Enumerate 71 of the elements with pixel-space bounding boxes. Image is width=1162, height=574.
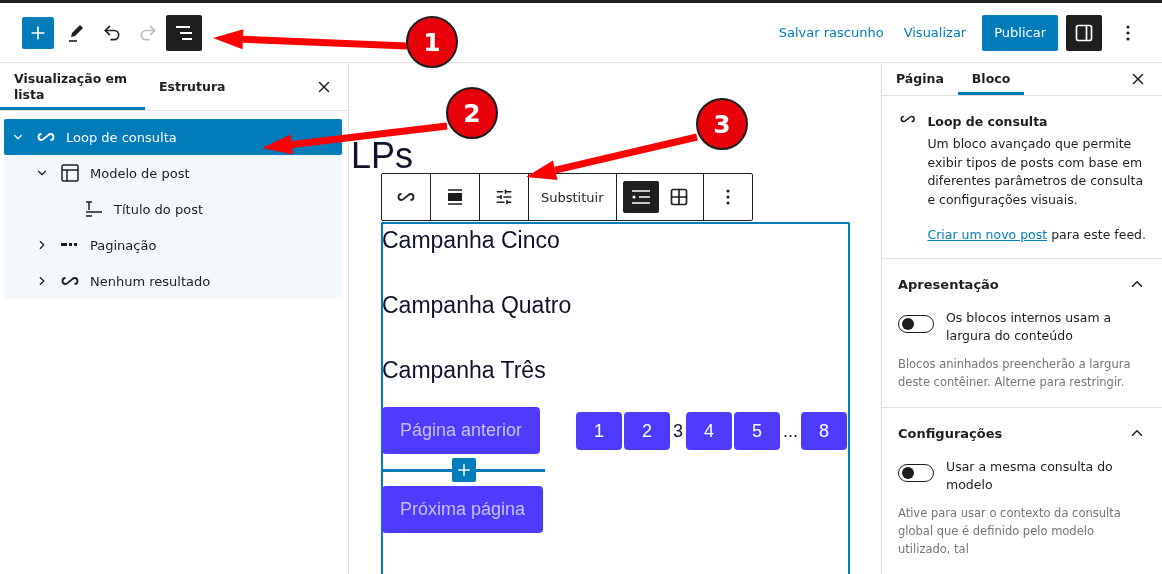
list-view-label[interactable]: Título do post (114, 201, 203, 217)
create-post-link[interactable]: Criar um novo post (927, 227, 1048, 242)
undo-icon (102, 22, 122, 43)
more-icon (1126, 24, 1130, 41)
list-layout-icon (630, 189, 651, 205)
list-view-item[interactable]: Título do post (4, 191, 342, 227)
create-post-text: Criar um novo post para este feed. (927, 227, 1146, 242)
list-view-item[interactable]: Modelo de post (4, 155, 342, 191)
insert-block-button[interactable] (451, 458, 476, 482)
page-number-link[interactable]: 8 (801, 412, 848, 450)
previous-page-button[interactable]: Página anterior (382, 407, 541, 454)
toggle-switch[interactable] (898, 464, 934, 482)
callout-badge: 2 (446, 87, 498, 139)
loop-icon (61, 276, 79, 286)
align-icon (446, 188, 464, 206)
list-view-item[interactable]: Nenhum resultado (4, 263, 342, 299)
page-number-link[interactable]: 2 (624, 412, 670, 450)
heading-icon (85, 200, 103, 218)
sidebar-tab[interactable]: Bloco (957, 63, 1025, 95)
section-title: Apresentação (898, 276, 999, 292)
current-page-number: 3 (672, 420, 684, 442)
publish-button[interactable]: Publicar (982, 14, 1058, 51)
pen-icon (67, 22, 85, 43)
sliders-icon (495, 188, 513, 206)
page-ellipsis: ... (782, 420, 800, 442)
page-number-link[interactable]: 5 (734, 412, 780, 450)
list-view-item[interactable]: Loop de consulta (4, 119, 342, 155)
list-view-button[interactable] (166, 14, 202, 51)
preview-button[interactable]: Visualizar (893, 14, 977, 51)
sidebar-tab[interactable]: Página (882, 63, 958, 95)
callout-badge: 1 (406, 16, 458, 68)
help-text: Ative para usar o contexto da consulta global que é definido pelo modelo utilizado, tal (898, 505, 1122, 558)
post-title[interactable]: Campanha Quatro (382, 291, 848, 319)
list-view-label[interactable]: Nenhum resultado (90, 273, 211, 289)
loop-icon (900, 114, 916, 124)
toggle-label: Usar a mesma consulta do modelo (946, 458, 1114, 494)
list-view-item[interactable]: Paginação (4, 227, 342, 263)
toggle-switch[interactable] (898, 315, 934, 333)
list-tool-button[interactable] (622, 181, 659, 213)
loop-icon (37, 132, 55, 142)
block-description: Um bloco avançado que permite exibir tipos de posts com base em diferentes parâmetros de consulta e configurações visuais. (927, 135, 1145, 209)
dashes-icon (61, 243, 79, 247)
inserter-button[interactable] (22, 16, 54, 49)
panel-tab[interactable]: Estrutura (145, 63, 240, 110)
list-view-label[interactable]: Loop de consulta (66, 129, 177, 145)
next-page-button[interactable]: Próxima página (382, 486, 544, 533)
redo-icon (138, 22, 158, 43)
page-title: LPs (351, 140, 414, 172)
help-text: Blocos aninhados preencherão a largura deste contêiner. Alterne para restringir. (898, 356, 1132, 391)
block-name: Loop de consulta (927, 114, 1049, 129)
page-number-link[interactable]: 1 (576, 412, 622, 450)
section-header[interactable]: Apresentação (898, 259, 1146, 309)
section-title: Configurações (898, 425, 1003, 441)
post-title[interactable]: Campanha Cinco (382, 226, 848, 254)
layout-icon (61, 164, 79, 182)
loop-icon (397, 192, 415, 202)
callout-badge: 3 (696, 98, 748, 150)
section-header[interactable]: Configurações (898, 408, 1146, 458)
sidebar-icon (1074, 22, 1094, 43)
list-view-icon (174, 23, 194, 42)
toggle-label: Os blocos internos usam a largura do conteúdo (946, 309, 1113, 345)
post-title[interactable]: Campanha Três (382, 356, 848, 384)
page-number-link[interactable]: 4 (686, 412, 732, 450)
more-icon (725, 189, 730, 205)
settings-toggle-button[interactable] (1066, 14, 1102, 51)
list-view-label[interactable]: Paginação (90, 237, 157, 253)
save-draft-button[interactable]: Salvar rascunho (768, 14, 894, 51)
grid-icon (668, 187, 689, 207)
panel-tab[interactable]: Visualização em lista (0, 63, 145, 110)
replace-button[interactable]: Substituir (535, 181, 610, 213)
list-view-label[interactable]: Modelo de post (90, 165, 190, 181)
